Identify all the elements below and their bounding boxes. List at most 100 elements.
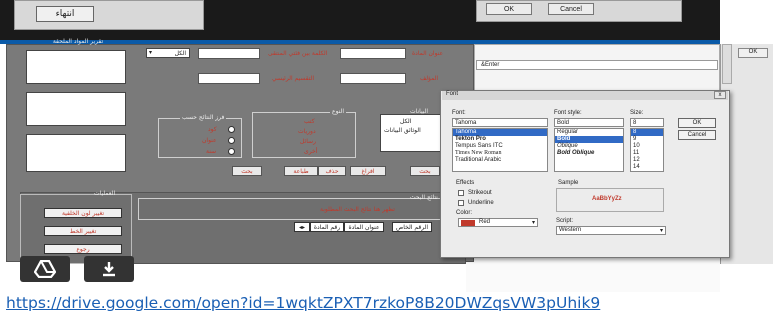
font-style-list[interactable]: Regular Bold Oblique Bold Oblique — [554, 128, 624, 172]
keyword-field[interactable] — [198, 48, 260, 59]
author-field[interactable] — [340, 73, 406, 84]
size-list-item[interactable]: 12 — [631, 157, 663, 164]
title-field[interactable] — [340, 48, 406, 59]
side-panel-title: تقرير المواد الملحقة — [52, 38, 104, 45]
side-list-3[interactable] — [26, 134, 126, 172]
cancel-button[interactable]: Cancel — [678, 130, 716, 140]
size-list-item[interactable]: 10 — [631, 143, 663, 150]
script-value: Western — [559, 227, 582, 233]
font-dialog-title: Font — [442, 91, 728, 100]
ok-button[interactable]: OK — [678, 118, 716, 128]
previous-ok-button[interactable]: OK — [486, 3, 532, 15]
sort-results-title: فرز النتائج حسب — [180, 114, 227, 121]
font-name-list[interactable]: Tahoma Tekton Pro Tempus Sans ITC Times … — [452, 128, 548, 172]
color-label: Color: — [456, 210, 473, 216]
style-list-item[interactable]: Regular — [555, 129, 623, 136]
sort-option-3: سنة — [206, 148, 217, 155]
dropdown-value: الكل — [174, 50, 186, 57]
script-dropdown[interactable]: Western ▾ — [556, 226, 666, 235]
size-list[interactable]: 8 9 10 11 12 14 — [630, 128, 664, 172]
font-list-item[interactable]: Traditional Arabic — [453, 157, 547, 164]
sort-radio-3[interactable] — [228, 148, 235, 155]
sort-option-1: كود — [208, 126, 217, 133]
style-list-item[interactable]: Bold — [555, 136, 623, 143]
sort-option-2: عنوان — [202, 137, 217, 144]
drive-icon — [34, 260, 56, 278]
column-item-number[interactable]: رقم المادة — [310, 222, 344, 232]
back-button[interactable]: رجوع — [44, 244, 122, 254]
font-list-item[interactable]: Times New Roman — [453, 150, 547, 157]
download-icon — [103, 262, 115, 277]
results-hint: تظهر هنا نتائج البحث المطلوبة — [320, 206, 395, 213]
operations-title: العمليات — [94, 190, 116, 197]
search-button-1[interactable]: بحث — [232, 166, 262, 176]
sort-radio-2[interactable] — [228, 137, 235, 144]
delete-button[interactable]: حذف — [318, 166, 346, 176]
type-option-3: رسائل — [300, 138, 316, 145]
filter-dropdown[interactable]: ▾ الكل — [146, 48, 190, 58]
editor-line: &Enter — [476, 60, 718, 70]
drive-link[interactable]: https://drive.google.com/open?id=1wqktZP… — [6, 294, 771, 316]
finish-button[interactable]: انتهاء — [36, 6, 94, 22]
color-dropdown[interactable]: Red ▾ — [458, 218, 538, 227]
results-header-group — [138, 198, 462, 220]
font-style-label: Font style: — [554, 110, 582, 116]
type-option-2: دوريات — [298, 128, 316, 135]
underline-label: Underline — [468, 200, 494, 206]
author-label: المؤلف — [420, 75, 439, 82]
strikeout-checkbox[interactable] — [458, 190, 464, 196]
sort-radio-1[interactable] — [228, 126, 235, 133]
chevron-down-icon: ▾ — [531, 220, 535, 226]
size-list-item[interactable]: 9 — [631, 136, 663, 143]
results-title: نتائج البحث — [410, 194, 438, 201]
script-label: Script: — [556, 218, 574, 224]
previous-cancel-button[interactable]: Cancel — [548, 3, 594, 15]
size-list-item[interactable]: 11 — [631, 150, 663, 157]
size-label: Size: — [630, 110, 644, 116]
type-option-4: أخرى — [304, 148, 318, 155]
type-title: النوع — [330, 108, 346, 115]
chevron-down-icon: ▾ — [659, 228, 663, 234]
font-name-field[interactable]: Tahoma — [452, 118, 548, 127]
dropdown-arrow-icon: ▾ — [149, 50, 153, 56]
type-option-1: كتب — [304, 118, 315, 125]
side-list-2[interactable] — [26, 92, 126, 126]
tabbar-arrows[interactable]: ◂▸ — [294, 222, 310, 232]
download-button[interactable] — [84, 256, 134, 282]
style-list-item[interactable]: Oblique — [555, 143, 623, 150]
effects-label: Effects — [456, 180, 475, 186]
title-label: عنوان المادة — [412, 50, 444, 57]
scrollbar[interactable] — [722, 44, 732, 84]
color-value: Red — [479, 219, 491, 225]
data-list-item-2[interactable]: الوثائق البيانات — [384, 127, 421, 134]
font-list-item[interactable]: Tempus Sans ITC — [453, 143, 547, 150]
print-button[interactable]: طباعة — [284, 166, 318, 176]
size-list-item[interactable]: 8 — [631, 129, 663, 136]
category-label: التقسيم الرئيسي — [272, 75, 315, 82]
change-bg-color-button[interactable]: تغيير لون الخلفية — [44, 208, 122, 218]
drive-button[interactable] — [20, 256, 70, 282]
underline-checkbox[interactable] — [458, 200, 464, 206]
strikeout-label: Strikeout — [468, 190, 492, 196]
color-swatch — [461, 220, 475, 226]
keyword-label: الكلمة بين فئتي المنتقى — [268, 50, 328, 57]
clear-button[interactable]: افراغ — [350, 166, 386, 176]
size-field[interactable]: 8 — [630, 118, 664, 127]
background-area — [466, 252, 720, 292]
close-icon[interactable]: x — [714, 91, 726, 99]
font-list-item[interactable]: Tekton Pro — [453, 136, 547, 143]
change-font-button[interactable]: تغيير الخط — [44, 226, 122, 236]
font-style-field[interactable]: Bold — [554, 118, 624, 127]
sidebar-button[interactable]: OK — [738, 48, 768, 58]
sample-text: AaBbYyZz — [592, 196, 622, 202]
search-button-2[interactable]: بحث — [410, 166, 440, 176]
column-item-title[interactable]: عنوان المادة — [344, 222, 384, 232]
category-field[interactable] — [198, 73, 260, 84]
style-list-item[interactable]: Bold Oblique — [555, 150, 623, 157]
font-label: Font: — [452, 110, 466, 116]
font-list-item[interactable]: Tahoma — [453, 129, 547, 136]
column-item-special[interactable]: الرقم الخاص — [392, 222, 432, 232]
size-list-item[interactable]: 14 — [631, 164, 663, 171]
side-list-1[interactable] — [26, 50, 126, 84]
data-list-item-1[interactable]: الكل — [400, 118, 411, 125]
